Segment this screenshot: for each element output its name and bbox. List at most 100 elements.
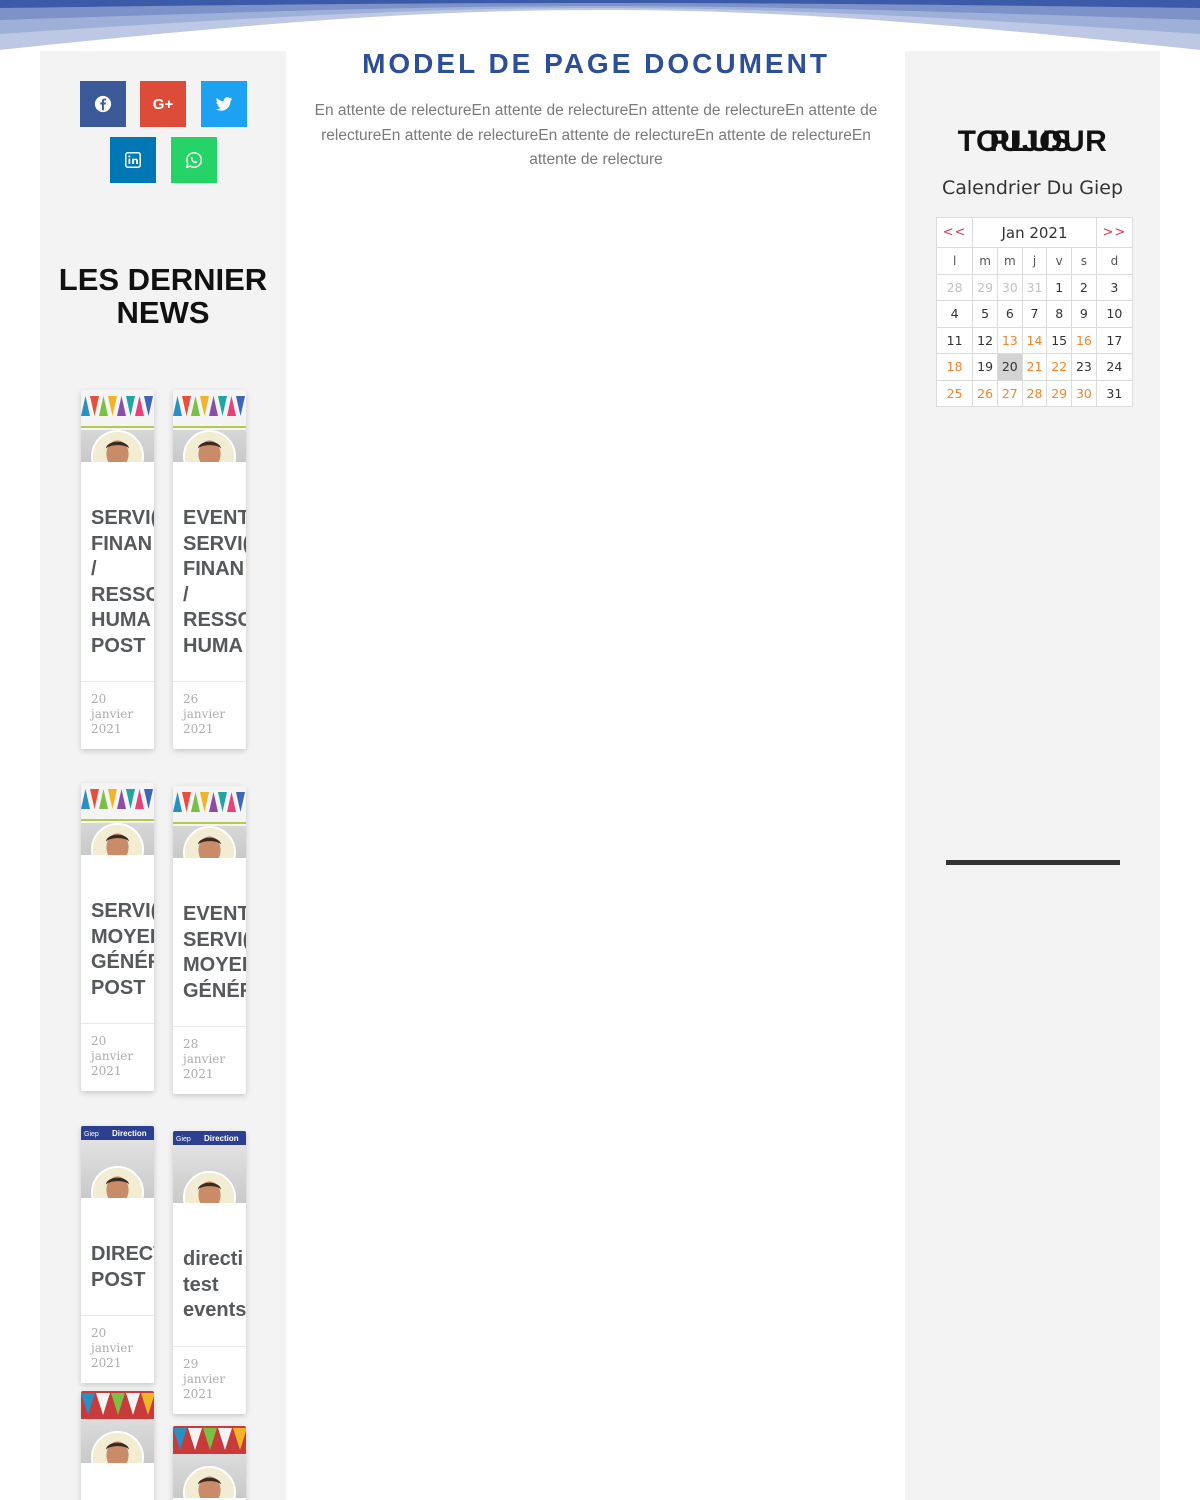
calendar-weekday: m — [972, 247, 998, 275]
calendar-day-event[interactable]: 13 — [996, 326, 1023, 354]
news-card-thumbnail[interactable] — [81, 783, 154, 855]
calendar-day[interactable]: 3 — [1095, 273, 1134, 301]
calendar-day[interactable]: 2 — [1071, 273, 1097, 301]
latest-news-heading: LES DERNIER NEWS — [58, 262, 268, 330]
news-card-thumbnail[interactable]: Giep Direction — [81, 1126, 154, 1198]
calendar-weekday: l — [935, 247, 974, 275]
news-card-date: 20 janvier 2021 — [91, 1034, 134, 1078]
whatsapp-icon — [185, 152, 203, 169]
news-card[interactable]: EVENT SERVI( FINAN / RESSC HUMA 26 janvie… — [173, 390, 246, 749]
calendar-prev-button[interactable]: << — [935, 217, 974, 248]
calendar-day[interactable]: 6 — [996, 300, 1023, 328]
calendar-day[interactable]: 9 — [1071, 300, 1097, 328]
news-card[interactable]: SPOT — [81, 1391, 154, 1500]
calendar-title: Calendrier Du Giep — [941, 177, 1124, 199]
calendar-next-button[interactable]: >> — [1095, 217, 1134, 248]
news-card[interactable]: Giep Direction DIRECT POST 20 janvier 2021 — [81, 1126, 154, 1383]
calendar-day[interactable]: 8 — [1046, 300, 1073, 328]
calendar-day-today[interactable]: 20 — [996, 353, 1023, 381]
news-card-thumbnail[interactable] — [173, 786, 246, 858]
author-avatar — [91, 1166, 144, 1198]
calendar-day[interactable]: 24 — [1095, 353, 1134, 381]
news-card-date: 28 janvier 2021 — [183, 1037, 226, 1081]
news-card[interactable]: Giep Direction directi test events 29 janvi… — [173, 1131, 246, 1414]
calendar-day-event[interactable]: 25 — [935, 379, 974, 407]
event-calendar: << Jan 2021 >> lmmjvsd 28 29 30 31 1 2 3 4 5 6 7 8 9… — [935, 217, 1134, 407]
news-card-thumbnail[interactable] — [173, 390, 246, 462]
calendar-day-event[interactable]: 18 — [935, 353, 974, 381]
calendar-week-row: 4 5 6 7 8 9 10 — [935, 300, 1134, 328]
calendar-weekday-row: lmmjvsd — [935, 247, 1134, 275]
news-card-thumbnail[interactable] — [173, 1426, 246, 1498]
svg-text:Giep: Giep — [84, 1131, 99, 1138]
news-card-banner — [173, 786, 246, 826]
calendar-day-event[interactable]: 27 — [996, 379, 1023, 407]
news-card-title[interactable]: DIRECT POST — [81, 1242, 154, 1293]
news-card[interactable]: SERVI( MOYEI GÉNÉF POST 20 janvier 2021 — [81, 783, 154, 1091]
calendar-day[interactable]: 30 — [996, 273, 1023, 301]
facebook-icon — [94, 95, 112, 113]
calendar-day[interactable]: 28 — [935, 273, 974, 301]
calendar-day[interactable]: 4 — [935, 300, 974, 328]
calendar-day[interactable]: 31 — [1095, 379, 1134, 407]
calendar-day[interactable]: 17 — [1095, 326, 1134, 354]
news-card-thumbnail[interactable] — [81, 390, 154, 462]
calendar-weekday: m — [996, 247, 1023, 275]
calendar-day[interactable]: 11 — [935, 326, 974, 354]
right-sidebar: TOUJOUR PLUS Calendrier Du Giep << Jan 2… — [905, 51, 1160, 1500]
calendar-day[interactable]: 7 — [1021, 300, 1048, 328]
news-card-banner: Giep Direction — [173, 1131, 246, 1145]
svg-text:Direction: Direction — [112, 1129, 147, 1138]
news-card[interactable]: SERVI( FINAN / RESSC HUMA POST 20 janvier… — [81, 390, 154, 749]
news-card-title[interactable]: SERVI( FINAN / RESSC HUMA POST — [81, 506, 154, 659]
calendar-week-row: 28 29 30 31 1 2 3 — [935, 273, 1134, 301]
calendar-day[interactable]: 31 — [1021, 273, 1048, 301]
facebook-share-button[interactable] — [80, 81, 126, 127]
twitter-share-button[interactable] — [201, 81, 247, 127]
calendar-day-event[interactable]: 14 — [1021, 326, 1048, 354]
calendar-day[interactable]: 29 — [972, 273, 998, 301]
calendar-day[interactable]: 15 — [1046, 326, 1073, 354]
author-avatar — [183, 430, 236, 462]
calendar-day[interactable]: 10 — [1095, 300, 1134, 328]
news-card-date: 20 janvier 2021 — [91, 1326, 134, 1370]
news-card-title[interactable]: SERVI( MOYEI GÉNÉF POST — [81, 899, 154, 1001]
calendar-day-event[interactable]: 16 — [1071, 326, 1097, 354]
calendar-day-event[interactable]: 21 — [1021, 353, 1048, 381]
news-card-thumbnail[interactable] — [81, 1391, 154, 1463]
calendar-day-event[interactable]: 26 — [972, 379, 998, 407]
calendar-weekday: s — [1071, 247, 1097, 275]
google-plus-icon: G+ — [152, 95, 174, 113]
news-card-banner — [81, 1391, 154, 1419]
google-plus-share-button[interactable]: G+ — [140, 81, 186, 127]
calendar-weekday: d — [1095, 247, 1134, 275]
calendar-day-event[interactable]: 22 — [1046, 353, 1073, 381]
calendar-day-event[interactable]: 29 — [1046, 379, 1073, 407]
news-card[interactable] — [173, 1426, 246, 1500]
author-avatar — [91, 1431, 144, 1463]
linkedin-share-button[interactable] — [110, 137, 156, 183]
news-card[interactable]: EVENT SERVI( MOYEI GÉNÉF 28 janvier 2021 — [173, 786, 246, 1094]
calendar-day[interactable]: 19 — [972, 353, 998, 381]
news-card-date: 26 janvier 2021 — [183, 692, 226, 736]
calendar-month-label: Jan 2021 — [972, 217, 1097, 248]
news-card-banner — [173, 1426, 246, 1454]
calendar-day-event[interactable]: 28 — [1021, 379, 1048, 407]
news-card-banner — [173, 390, 246, 430]
calendar-day[interactable]: 5 — [972, 300, 998, 328]
news-card-title[interactable]: directi test events — [173, 1247, 246, 1324]
calendar-day[interactable]: 23 — [1071, 353, 1097, 381]
news-card-date: 20 janvier 2021 — [91, 692, 134, 736]
sidebar-divider — [946, 860, 1120, 865]
calendar-weekday: j — [1021, 247, 1048, 275]
whatsapp-share-button[interactable] — [171, 137, 217, 183]
author-avatar — [91, 430, 144, 462]
news-card-thumbnail[interactable]: Giep Direction — [173, 1131, 246, 1203]
author-avatar — [183, 1466, 236, 1498]
page: G+ LES DERNIER NEWS SERVI( FINAN / RESSC… — [0, 0, 1200, 1500]
calendar-day-event[interactable]: 30 — [1071, 379, 1097, 407]
calendar-day[interactable]: 12 — [972, 326, 998, 354]
calendar-day[interactable]: 1 — [1046, 273, 1073, 301]
news-card-title[interactable]: EVENT SERVI( FINAN / RESSC HUMA — [173, 506, 246, 659]
news-card-title[interactable]: EVENT SERVI( MOYEI GÉNÉF — [173, 902, 246, 1004]
